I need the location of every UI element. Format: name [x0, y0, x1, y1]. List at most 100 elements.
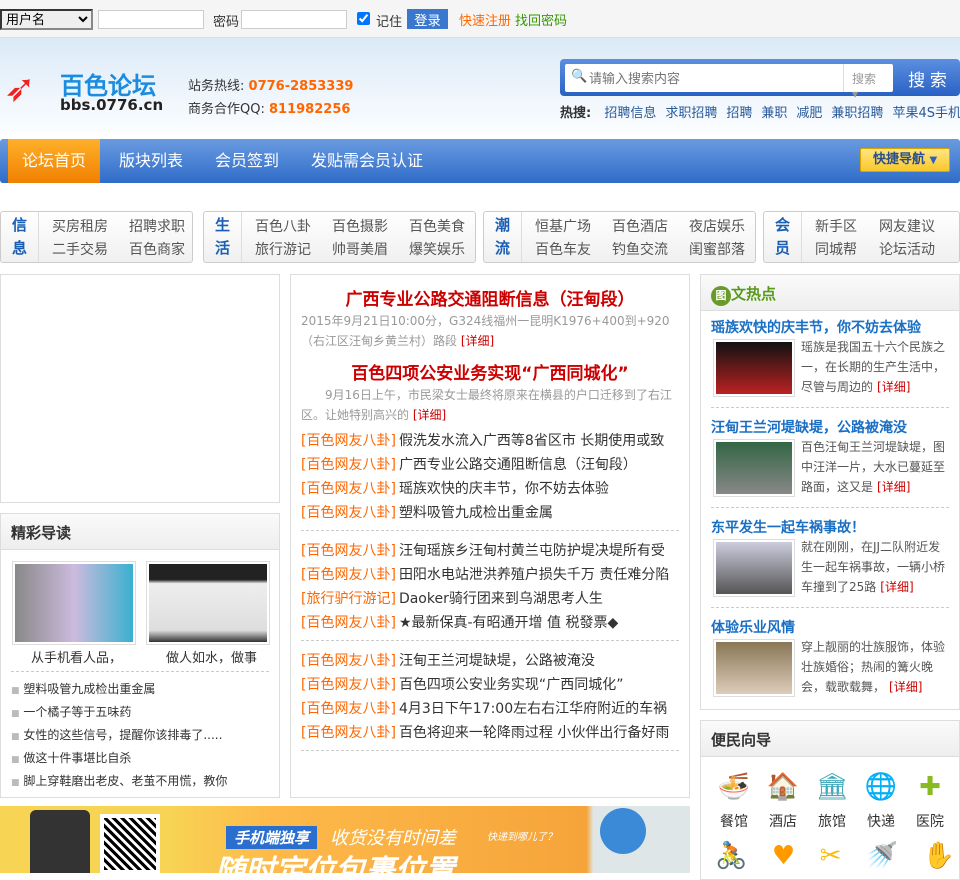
news-title[interactable]: 假洗发水流入广西等8省区市 长期使用或致 — [399, 433, 664, 449]
hot-search-link[interactable]: 减肥 — [796, 106, 822, 121]
news-item[interactable]: [百色网友八卦] 4月3日下午17:00左右右江华府附近的车祸 — [301, 698, 667, 718]
headline-title-1[interactable]: 广西专业公路交通阻断信息（汪甸段） — [291, 285, 689, 310]
news-tag[interactable]: [百色网友八卦] — [301, 615, 396, 631]
password-input[interactable] — [241, 10, 347, 29]
news-title[interactable]: 4月3日下午17:00左右右江华府附近的车祸 — [399, 701, 667, 717]
category-head[interactable]: 生活 — [204, 212, 242, 262]
category-link[interactable]: 百色商家 — [129, 239, 185, 259]
featured-pic-2[interactable] — [146, 561, 270, 645]
recover-password-link[interactable]: 找回密码 — [515, 10, 567, 29]
news-tag[interactable]: [百色网友八卦] — [301, 457, 396, 473]
category-head[interactable]: 潮流 — [484, 212, 522, 262]
news-tag[interactable]: [百色网友八卦] — [301, 433, 396, 449]
news-item[interactable]: [百色网友八卦] 瑶族欢快的庆丰节，你不妨去体验 — [301, 478, 609, 498]
category-link[interactable]: 新手区 — [815, 216, 857, 236]
service-inn[interactable]: 🏛 旅馆 — [810, 769, 854, 831]
news-tag[interactable]: [百色网友八卦] — [301, 677, 396, 693]
category-link[interactable]: 夜店娱乐 — [689, 216, 745, 236]
category-link[interactable]: 百色酒店 — [612, 216, 668, 236]
news-title[interactable]: 瑶族欢快的庆丰节，你不妨去体验 — [399, 481, 609, 497]
nav-verify[interactable]: 发贴需会员认证 — [297, 139, 437, 183]
hand-icon[interactable]: ✋ — [923, 841, 955, 871]
hot-pic-more[interactable]: [详细] — [877, 480, 910, 494]
category-link[interactable]: 二手交易 — [52, 239, 108, 259]
news-title[interactable]: 广西专业公路交通阻断信息（汪甸段） — [399, 457, 637, 473]
category-link[interactable]: 百色美食 — [409, 216, 465, 236]
news-item[interactable]: [百色网友八卦] 广西专业公路交通阻断信息（汪甸段） — [301, 454, 637, 474]
quick-nav-button[interactable]: 快捷导航 ▼ — [860, 148, 950, 172]
news-tag[interactable]: [百色网友八卦] — [301, 701, 396, 717]
hot-search-link[interactable]: 招聘 — [726, 106, 752, 121]
category-link[interactable]: 闺蜜部落 — [689, 239, 745, 259]
category-link[interactable]: 百色车友 — [535, 239, 591, 259]
featured-list-item[interactable]: ■ 做这十件事堪比自杀 — [11, 749, 131, 766]
featured-pic-1[interactable] — [12, 561, 136, 645]
category-head[interactable]: 会员 — [764, 212, 802, 262]
shower-icon[interactable]: 🚿 — [866, 841, 898, 871]
news-title[interactable]: 汪甸瑶族乡汪甸村黄兰屯防护堤决堤所有受 — [399, 543, 665, 559]
category-link[interactable]: 网友建议 — [879, 216, 935, 236]
headline-more-1[interactable]: [详细] — [461, 334, 494, 348]
service-hospital[interactable]: ✚ 医院 — [908, 769, 952, 831]
hot-pic-more[interactable]: [详细] — [877, 380, 910, 394]
hot-pic-thumb[interactable] — [713, 639, 795, 697]
hot-pic-thumb[interactable] — [713, 439, 795, 497]
search-type-dropdown[interactable]: 搜索 ▾ — [843, 64, 893, 101]
headline-title-2[interactable]: 百色四项公安业务实现“广西同城化” — [291, 359, 689, 384]
hot-search-link[interactable]: 兼职 — [761, 106, 787, 121]
hot-pic-title[interactable]: 汪甸王兰河堤缺堤，公路被淹没 — [711, 417, 907, 437]
category-link[interactable]: 帅哥美眉 — [332, 239, 388, 259]
hot-pic-thumb[interactable] — [713, 539, 795, 597]
nav-checkin[interactable]: 会员签到 — [201, 139, 293, 183]
category-link[interactable]: 恒基广场 — [535, 216, 591, 236]
nav-board-list[interactable]: 版块列表 — [105, 139, 197, 183]
featured-list-item[interactable]: ■ 一个橘子等于五味药 — [11, 703, 131, 720]
news-item[interactable]: [百色网友八卦] ★最新保真-有昭通开增 值 税發票◆ — [301, 612, 618, 632]
category-link[interactable]: 论坛活动 — [879, 239, 935, 259]
heart-icon[interactable]: ♥ — [772, 841, 795, 871]
featured-pic-caption-2[interactable]: 做人如水，做事 — [166, 647, 257, 666]
hot-pic-title[interactable]: 体验乐业风情 — [711, 617, 795, 637]
news-item[interactable]: [百色网友八卦] 百色将迎来一轮降雨过程 小伙伴出行备好雨 — [301, 722, 669, 742]
news-title[interactable]: 田阳水电站泄洪养殖户损失千万 责任难分陷 — [399, 567, 669, 583]
category-link[interactable]: 百色八卦 — [255, 216, 311, 236]
news-title[interactable]: 汪甸王兰河堤缺堤，公路被淹没 — [399, 653, 595, 669]
headline-more-2[interactable]: [详细] — [413, 408, 446, 422]
hot-pic-more[interactable]: [详细] — [889, 680, 922, 694]
news-title[interactable]: 塑料吸管九成检出重金属 — [399, 505, 553, 521]
login-button[interactable]: 登录 — [407, 9, 448, 29]
news-title[interactable]: 百色四项公安业务实现“广西同城化” — [399, 677, 624, 693]
hot-pic-thumb[interactable] — [713, 339, 795, 397]
service-express[interactable]: 🌐 快递 — [859, 769, 903, 831]
category-link[interactable]: 买房租房 — [52, 216, 108, 236]
featured-list-item[interactable]: ■ 女性的这些信号，提醒你该排毒了..... — [11, 726, 222, 743]
news-item[interactable]: [百色网友八卦] 塑料吸管九成检出重金属 — [301, 502, 553, 522]
bicycle-icon[interactable]: 🚴 — [715, 841, 747, 871]
username-type-select[interactable]: 用户名 — [0, 9, 93, 30]
hot-search-link[interactable]: 求职招聘 — [665, 106, 717, 121]
news-tag[interactable]: [百色网友八卦] — [301, 653, 396, 669]
news-title[interactable]: Daoker骑行团来到乌湖思考人生 — [399, 591, 603, 607]
featured-list-item[interactable]: ■ 塑料吸管九成检出重金属 — [11, 680, 155, 697]
hot-pic-more[interactable]: [详细] — [880, 580, 913, 594]
app-banner[interactable]: 手机端独享 收货没有时间差 快递到哪儿了？ 随时定位包裹位置 — [0, 806, 690, 873]
register-link[interactable]: 快速注册 — [459, 10, 511, 29]
category-link[interactable]: 钓鱼交流 — [612, 239, 668, 259]
news-tag[interactable]: [旅行驴行游记] — [301, 591, 396, 607]
news-tag[interactable]: [百色网友八卦] — [301, 481, 396, 497]
service-bowl[interactable]: 🍜 餐馆 — [712, 769, 756, 831]
scissors-icon[interactable]: ✂ — [820, 841, 842, 871]
hot-search-link[interactable]: 苹果4S手机套 — [892, 106, 960, 121]
featured-list-item[interactable]: ■ 脚上穿鞋磨出老皮、老茧不用慌，教你 — [11, 772, 227, 789]
hot-search-link[interactable]: 招聘信息 — [604, 106, 656, 121]
remember-checkbox[interactable] — [357, 12, 370, 25]
category-head[interactable]: 信息 — [1, 212, 39, 262]
hot-pic-title[interactable]: 瑶族欢快的庆丰节，你不妨去体验 — [711, 317, 921, 337]
news-tag[interactable]: [百色网友八卦] — [301, 543, 396, 559]
news-item[interactable]: [百色网友八卦] 汪甸王兰河堤缺堤，公路被淹没 — [301, 650, 595, 670]
category-link[interactable]: 旅行游记 — [255, 239, 311, 259]
hot-search-link[interactable]: 兼职招聘 — [831, 106, 883, 121]
news-tag[interactable]: [百色网友八卦] — [301, 725, 396, 741]
category-link[interactable]: 同城帮 — [815, 239, 857, 259]
username-input[interactable] — [98, 10, 204, 29]
